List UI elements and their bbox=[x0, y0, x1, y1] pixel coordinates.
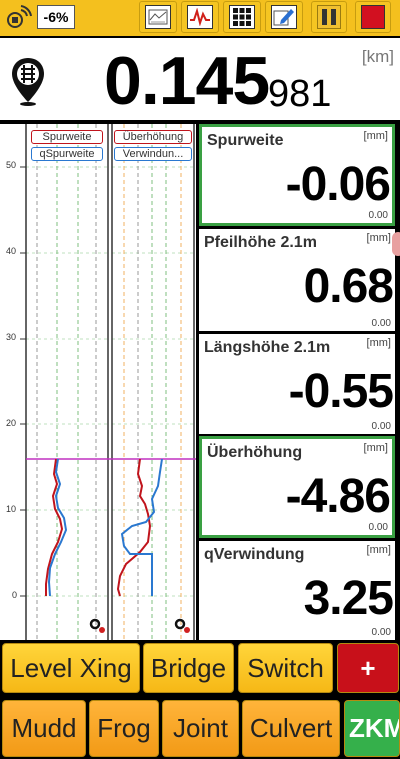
zkm-button[interactable]: ZKM bbox=[344, 700, 400, 757]
panel-title: Pfeilhöhe 2.1m bbox=[204, 234, 317, 251]
y-tick-label: 10 bbox=[6, 504, 17, 514]
report-button[interactable] bbox=[139, 1, 177, 33]
y-tick-label: 40 bbox=[6, 246, 17, 256]
legend-verwindung: Verwindun... bbox=[114, 147, 192, 161]
stop-button[interactable] bbox=[355, 1, 391, 33]
panel-value: -0.55 bbox=[288, 365, 394, 418]
panel-value: 0.68 bbox=[303, 260, 394, 313]
panel-zero: 0.00 bbox=[368, 210, 388, 221]
frog-button[interactable]: Frog bbox=[89, 700, 159, 757]
chart-settings-icon-right[interactable] bbox=[174, 618, 190, 633]
panel-qverwindung[interactable]: qVerwindung [mm] 3.25 0.00 bbox=[199, 541, 395, 640]
edge-handle[interactable] bbox=[392, 232, 400, 256]
panel-zero: 0.00 bbox=[371, 627, 391, 638]
legend-ueberhoehung: Überhöhung bbox=[114, 130, 192, 144]
panel-value: -0.06 bbox=[285, 158, 391, 211]
panel-zero: 0.00 bbox=[371, 318, 391, 329]
pause-button[interactable] bbox=[311, 1, 347, 33]
legend-qspurweite: qSpurweite bbox=[31, 147, 103, 161]
panel-unit: [mm] bbox=[366, 232, 391, 244]
satellite-icon[interactable] bbox=[4, 4, 32, 32]
stop-icon bbox=[361, 5, 385, 29]
culvert-button[interactable]: Culvert bbox=[242, 700, 340, 757]
panel-laengshoehe[interactable]: Längshöhe 2.1m [mm] -0.55 0.00 bbox=[199, 334, 395, 434]
percent-indicator: -6% bbox=[37, 5, 75, 29]
chart-report-icon bbox=[145, 5, 171, 29]
km-value-fine: 981 bbox=[268, 73, 332, 115]
panel-title: Längshöhe 2.1m bbox=[204, 339, 331, 356]
panel-value: -4.86 bbox=[285, 470, 391, 523]
panel-pfeilhoehe[interactable]: Pfeilhöhe 2.1m [mm] 0.68 0.00 bbox=[199, 229, 395, 331]
pause-icon bbox=[317, 5, 341, 29]
panel-value: 3.25 bbox=[303, 572, 394, 625]
panel-title: Überhöhung bbox=[207, 444, 303, 461]
edit-button[interactable] bbox=[265, 1, 303, 33]
level-xing-button[interactable]: Level Xing bbox=[2, 643, 140, 693]
km-unit-label: [km] bbox=[361, 47, 394, 66]
panel-zero: 0.00 bbox=[368, 522, 388, 533]
panel-ueberhoehung[interactable]: Überhöhung [mm] -4.86 0.00 bbox=[199, 436, 395, 538]
y-tick-label: 30 bbox=[6, 332, 17, 342]
panel-title: Spurweite bbox=[207, 132, 284, 149]
grid-icon bbox=[229, 5, 255, 29]
panel-unit: [mm] bbox=[366, 337, 391, 349]
bridge-button[interactable]: Bridge bbox=[143, 643, 234, 693]
legend-spurweite: Spurweite bbox=[31, 130, 103, 144]
track-chart[interactable] bbox=[0, 124, 196, 640]
edit-icon bbox=[271, 5, 297, 29]
y-tick-label: 50 bbox=[6, 160, 17, 170]
track-location-icon[interactable] bbox=[10, 57, 46, 107]
joint-button[interactable]: Joint bbox=[162, 700, 239, 757]
add-button[interactable]: + bbox=[337, 643, 399, 693]
mudd-button[interactable]: Mudd bbox=[2, 700, 86, 757]
graph-button[interactable] bbox=[181, 1, 219, 33]
top-toolbar: -6% bbox=[0, 0, 400, 36]
switch-button[interactable]: Switch bbox=[238, 643, 333, 693]
panel-spurweite[interactable]: Spurweite [mm] -0.06 0.00 bbox=[199, 124, 395, 226]
y-tick-label: 20 bbox=[6, 418, 17, 428]
panel-unit: [mm] bbox=[363, 442, 388, 454]
panel-title: qVerwindung bbox=[204, 546, 305, 563]
y-tick-label: 0 bbox=[12, 590, 18, 600]
panel-zero: 0.00 bbox=[371, 421, 391, 432]
grid-button[interactable] bbox=[223, 1, 261, 33]
km-value-main: 0.145 bbox=[104, 43, 270, 119]
graph-icon bbox=[187, 5, 213, 29]
panel-unit: [mm] bbox=[363, 130, 388, 142]
panel-unit: [mm] bbox=[366, 544, 391, 556]
chart-settings-icon[interactable] bbox=[89, 618, 105, 633]
